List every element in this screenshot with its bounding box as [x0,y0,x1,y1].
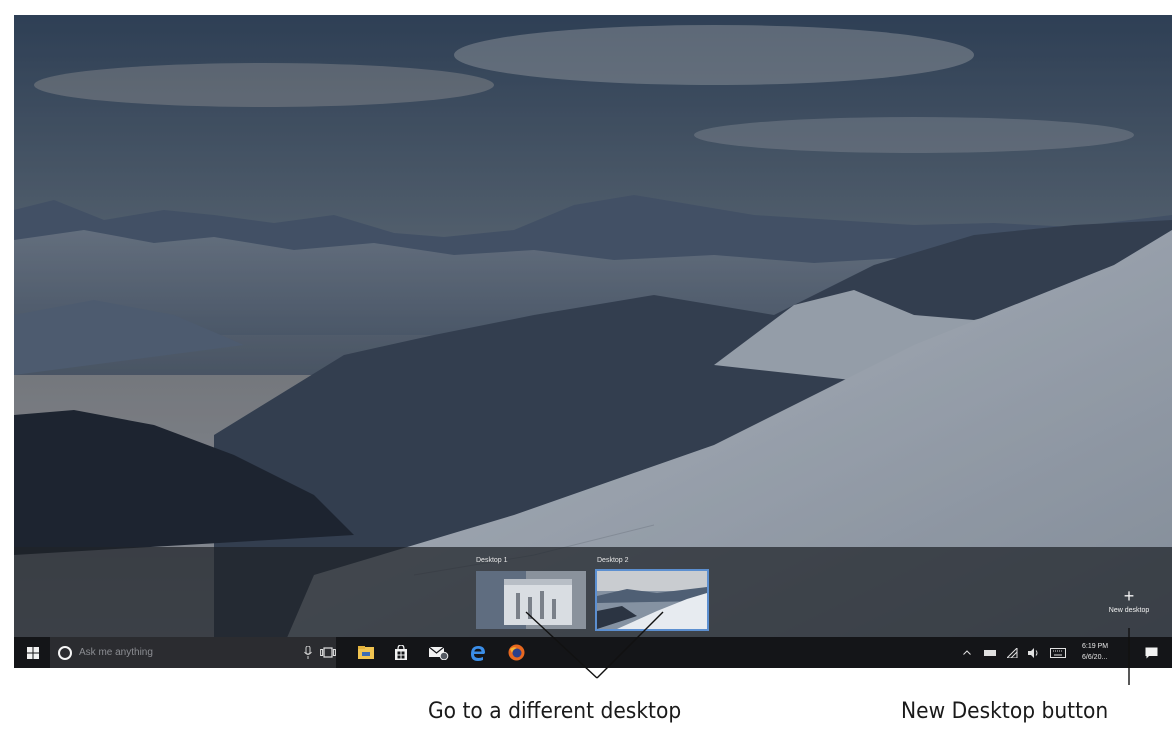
callout-line-desktop-1 [525,611,598,679]
caption-new-desktop-button: New Desktop button [901,699,1109,724]
caption-go-to-desktop: Go to a different desktop [428,699,682,724]
callout-line-desktop-2 [596,611,664,679]
callout-lines [525,611,1130,685]
